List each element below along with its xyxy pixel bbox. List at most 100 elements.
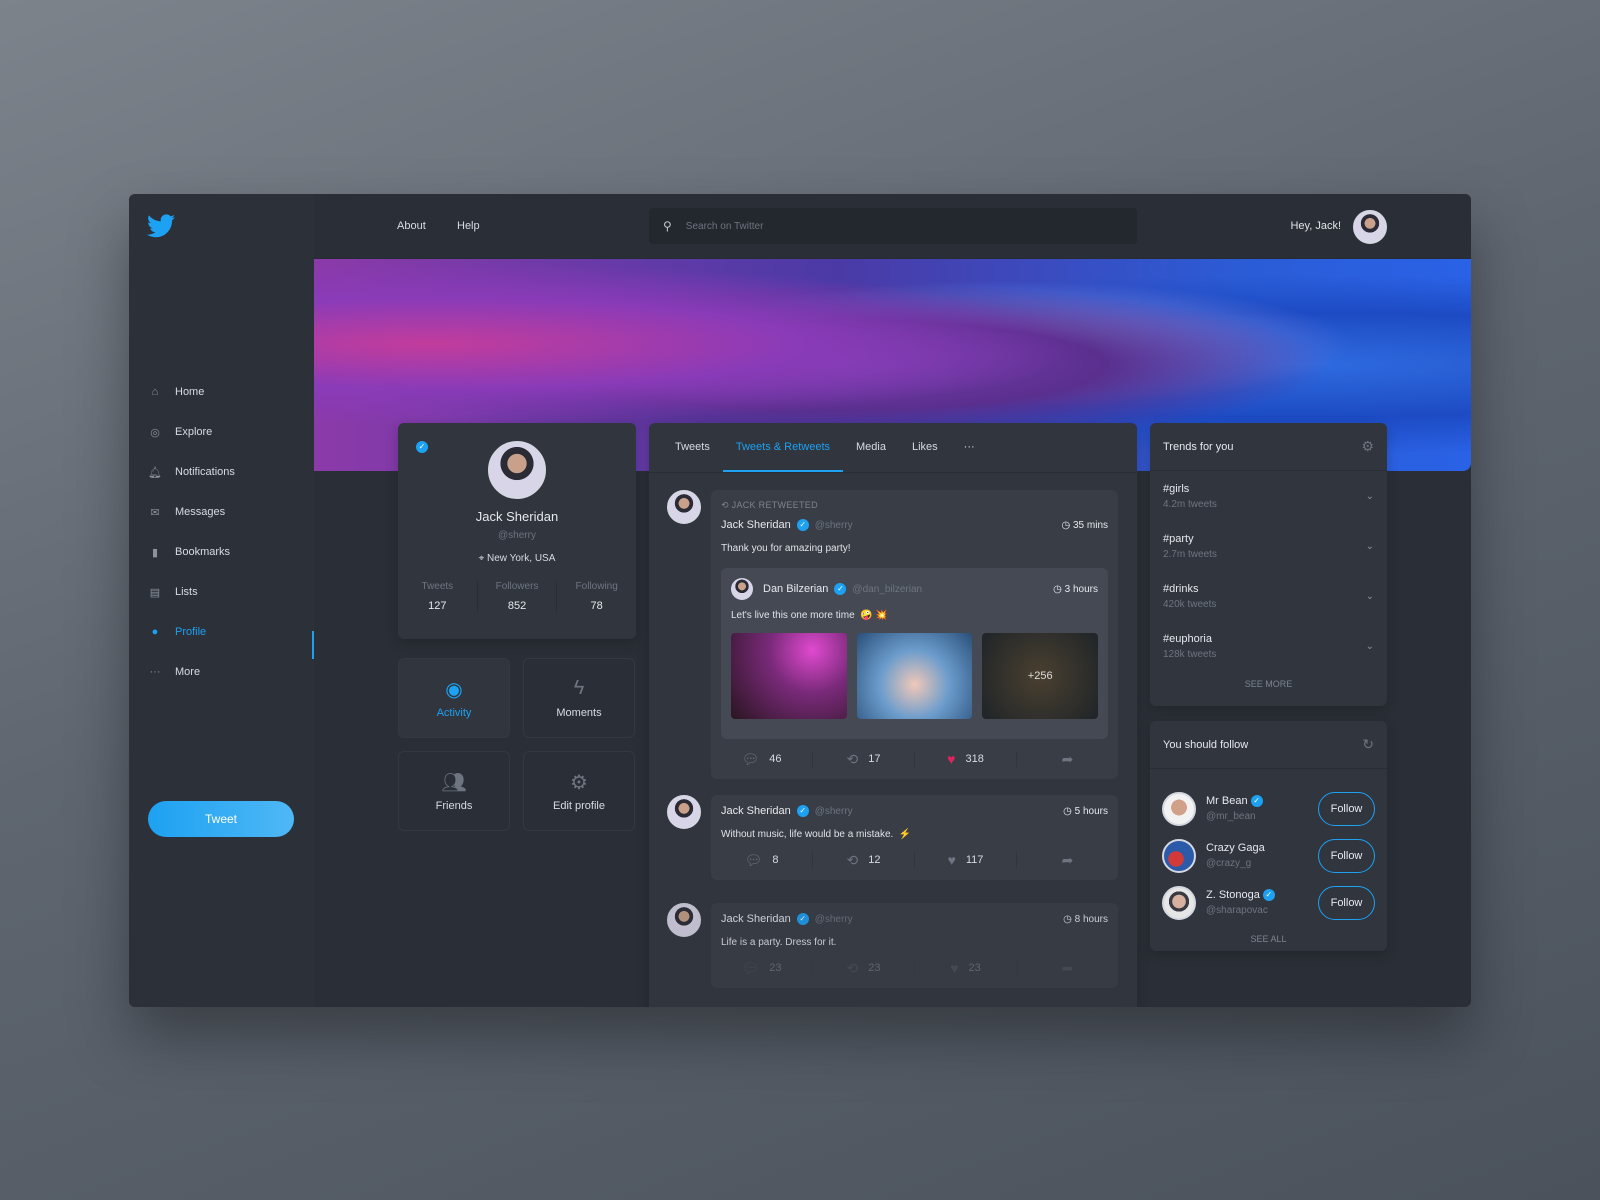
follow-button[interactable]: Follow <box>1318 838 1375 873</box>
tweet-actions: 💬︎ 23 ⟲ 23 ♥ 23 ➦ <box>711 948 1118 988</box>
tweet-actions: 💬︎ 46 ⟲ 17 ♥ 318 ➦ <box>711 739 1118 779</box>
trend-item[interactable]: #party 2.7m tweets ⌄ <box>1150 521 1387 571</box>
profile-handle: @sherry <box>498 530 536 541</box>
help-link[interactable]: Help <box>457 220 480 232</box>
home-icon: ⌂ <box>151 386 159 398</box>
chevron-down-icon[interactable]: ⌄ <box>1366 541 1374 552</box>
chevron-down-icon[interactable]: ⌄ <box>1366 591 1374 602</box>
tile-friends[interactable]: 👥︎ Friends <box>398 751 510 831</box>
trend-item[interactable]: #euphoria 128k tweets ⌄ <box>1150 621 1387 671</box>
media-image[interactable] <box>856 633 973 719</box>
author-handle[interactable]: @dan_bilzerian <box>852 584 922 595</box>
search-icon: ⚲ <box>663 219 672 233</box>
avatar[interactable] <box>1162 838 1196 873</box>
author-name[interactable]: Jack Sheridan <box>721 913 791 925</box>
sidebar-item-lists[interactable]: ▤ Lists <box>147 572 235 612</box>
twitter-logo-icon[interactable] <box>147 214 175 238</box>
sidebar-item-explore[interactable]: ◎ Explore <box>147 412 235 452</box>
top-bar: About Help ⚲ Hey, Jack! <box>314 194 1471 259</box>
user-icon: ● <box>151 626 159 638</box>
reply-button[interactable]: 💬︎ 8 <box>711 851 813 869</box>
clock-icon: ◷ <box>1053 583 1062 595</box>
share-button[interactable]: ➦ <box>1017 751 1118 768</box>
retweet-icon: ⟲ <box>846 959 859 976</box>
stat-following[interactable]: Following 78 <box>557 581 636 612</box>
avatar[interactable] <box>667 903 701 937</box>
stat-followers[interactable]: Followers 852 <box>478 581 558 612</box>
tab-likes[interactable]: Likes <box>899 423 951 472</box>
comment-icon: 💬︎ <box>741 959 760 976</box>
follow-button[interactable]: Follow <box>1318 791 1375 826</box>
author-handle[interactable]: @sherry <box>815 520 853 531</box>
like-button[interactable]: ♥ 23 <box>915 960 1017 976</box>
tab-tweets[interactable]: Tweets <box>662 423 723 472</box>
trend-item[interactable]: #drinks 420k tweets ⌄ <box>1150 571 1387 621</box>
verified-icon: ✓ <box>1262 889 1275 902</box>
retweet-icon: ⟲ <box>846 851 859 868</box>
follow-title: You should follow <box>1163 738 1249 751</box>
verified-icon: ✓ <box>796 913 809 925</box>
timestamp: ◷ 5 hours <box>1063 805 1108 817</box>
media-image-more[interactable]: +256 <box>982 633 1099 719</box>
retweet-label: ⟲ JACK RETWEETED <box>721 500 818 510</box>
follow-button[interactable]: Follow <box>1318 885 1375 920</box>
trend-item[interactable]: #girls 4.2m tweets ⌄ <box>1150 471 1387 521</box>
sidebar-item-more[interactable]: ··· More <box>147 652 235 692</box>
tile-moments[interactable]: ϟ Moments <box>523 658 635 738</box>
sidebar-item-home[interactable]: ⌂ Home <box>147 372 235 412</box>
tab-media[interactable]: Media <box>843 423 899 472</box>
tab-more[interactable]: ··· <box>951 423 988 472</box>
avatar[interactable] <box>667 795 701 829</box>
reply-button[interactable]: 💬︎ 23 <box>711 959 813 977</box>
sidebar-item-profile[interactable]: ● Profile <box>147 612 235 652</box>
chevron-down-icon[interactable]: ⌄ <box>1366 491 1374 502</box>
retweet-button[interactable]: ⟲ 17 <box>813 750 915 768</box>
heart-icon: ♥ <box>947 852 956 868</box>
avatar[interactable] <box>667 490 701 524</box>
author-name[interactable]: Jack Sheridan <box>721 805 791 817</box>
see-all-link[interactable]: SEE ALL <box>1150 934 1387 944</box>
sidebar: ⌂ Home ◎ Explore 🔔︎ Notifications ✉ Messages… <box>129 194 314 1007</box>
user-avatar[interactable] <box>1353 210 1387 244</box>
see-more-link[interactable]: SEE MORE <box>1150 679 1387 689</box>
media-image[interactable] <box>731 633 847 719</box>
avatar[interactable] <box>1162 885 1196 920</box>
lightning-icon: ϟ <box>573 677 585 699</box>
clock-icon: ◷ <box>1063 913 1072 925</box>
tweet-text: Thank you for amazing party! <box>721 543 851 554</box>
author-handle[interactable]: @sherry <box>815 806 853 817</box>
sidebar-item-bookmarks[interactable]: ▮ Bookmarks <box>147 532 235 572</box>
author-name[interactable]: Jack Sheridan <box>721 519 791 531</box>
search-input[interactable] <box>685 220 1086 232</box>
tab-tweets-retweets[interactable]: Tweets & Retweets <box>722 423 844 472</box>
share-button[interactable]: ➦ <box>1017 852 1118 869</box>
clock-icon: ◷ <box>1061 519 1071 531</box>
about-link[interactable]: About <box>397 220 426 232</box>
author-handle[interactable]: @sherry <box>815 914 853 925</box>
retweet-button[interactable]: ⟲ 23 <box>813 959 915 977</box>
refresh-icon[interactable]: ↻ <box>1362 736 1374 753</box>
reply-button[interactable]: 💬︎ 46 <box>711 750 813 768</box>
author-name[interactable]: Dan Bilzerian <box>763 583 828 595</box>
sidebar-item-messages[interactable]: ✉ Messages <box>147 492 235 532</box>
retweet-icon: ⟲ <box>721 500 729 510</box>
chevron-down-icon[interactable]: ⌄ <box>1366 641 1374 652</box>
tweet-button[interactable]: Tweet <box>148 801 294 837</box>
share-icon: ➦ <box>1061 750 1074 767</box>
retweet-button[interactable]: ⟲ 12 <box>813 851 915 869</box>
avatar[interactable] <box>1162 791 1196 826</box>
follow-suggestion: Mr Bean ✓ @mr_bean Follow <box>1150 785 1387 832</box>
trends-panel: Trends for you ⚙ #girls 4.2m tweets ⌄ #part… <box>1150 423 1387 706</box>
like-button[interactable]: ♥ 117 <box>915 852 1017 868</box>
like-button[interactable]: ♥ 318 <box>915 751 1017 767</box>
stat-tweets[interactable]: Tweets 127 <box>398 581 478 612</box>
tweet-body: ⟲ JACK RETWEETED Jack Sheridan ✓ @sherry ◷ … <box>711 490 1118 779</box>
tile-activity[interactable]: ◉ Activity <box>398 658 510 738</box>
share-button[interactable]: ➦ <box>1017 960 1118 977</box>
gear-icon[interactable]: ⚙ <box>1361 438 1374 455</box>
tweet-body: Jack Sheridan ✓ @sherry ◷ 5 hours Without m… <box>711 795 1118 880</box>
feed-panel: Tweets Tweets & Retweets Media Likes ···… <box>649 423 1137 1007</box>
tile-edit-profile[interactable]: ⚙ Edit profile <box>523 751 635 831</box>
sidebar-item-notifications[interactable]: 🔔︎ Notifications <box>147 452 235 492</box>
quoted-tweet[interactable]: Dan Bilzerian ✓ @dan_bilzerian ◷ 3 hours Le… <box>721 568 1108 739</box>
